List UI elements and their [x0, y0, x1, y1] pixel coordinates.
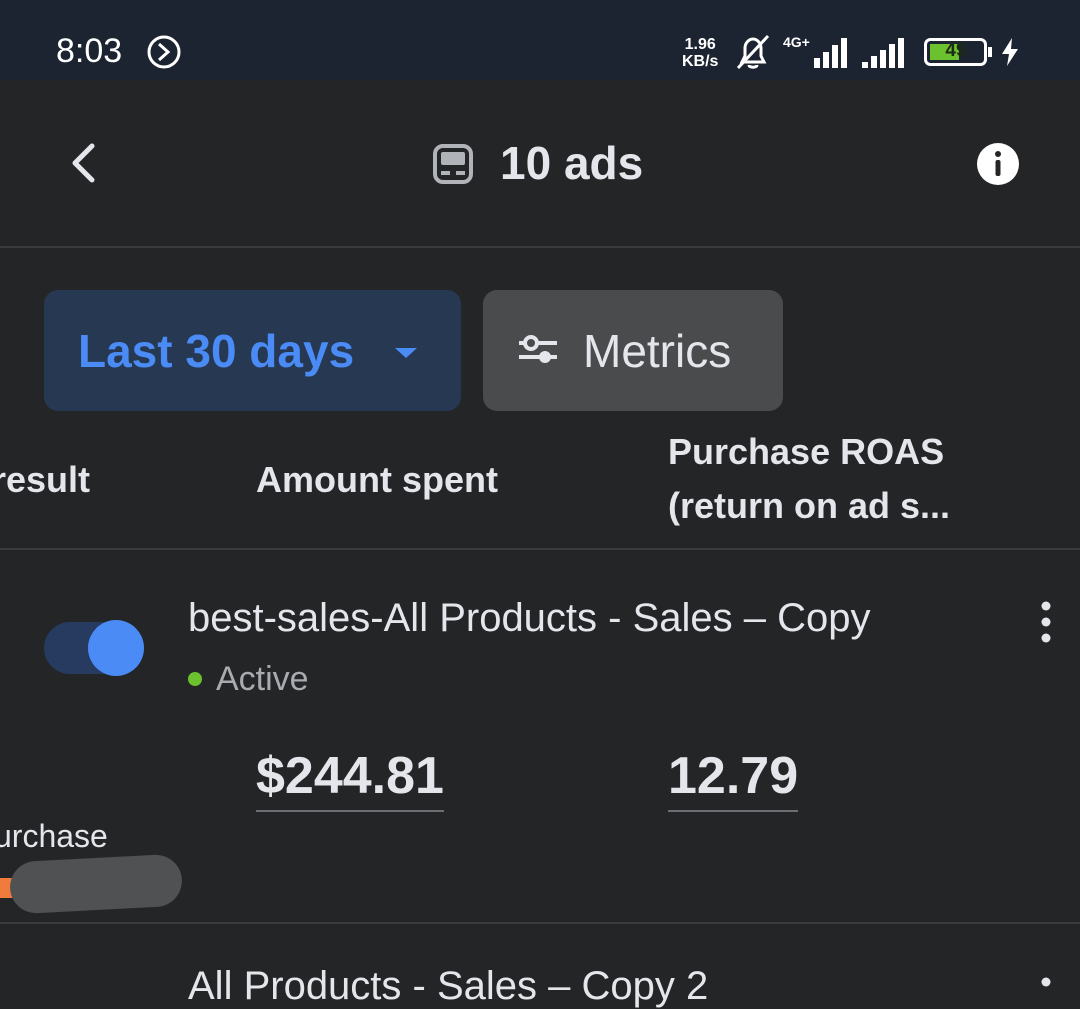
date-range-label: Last 30 days — [78, 325, 355, 377]
header-divider — [0, 548, 1080, 550]
charging-icon — [1002, 38, 1018, 66]
more-options-icon[interactable] — [1036, 600, 1056, 644]
sliders-icon — [519, 335, 557, 363]
column-header-amount-spent[interactable]: Amount spent — [256, 453, 498, 507]
signal-icon-2 — [862, 38, 904, 68]
network-speed: 1.96 KB/s — [682, 36, 719, 70]
more-options-icon-2[interactable] — [1036, 972, 1056, 992]
ad-icon — [433, 144, 473, 184]
ad-status: Active — [216, 660, 309, 698]
amount-spent-value[interactable]: $244.81 — [256, 746, 444, 812]
column-header-result[interactable]: result — [0, 453, 90, 507]
app-header: 10 ads — [0, 80, 1080, 248]
result-label: urchase — [0, 818, 108, 854]
metrics-label: Metrics — [583, 325, 732, 377]
page-title: 10 ads — [500, 137, 644, 189]
toggle-knob — [88, 620, 144, 676]
signal-icon — [814, 38, 847, 68]
bell-off-icon — [736, 34, 770, 70]
column-header-roas[interactable]: Purchase ROAS (return on ad s... — [668, 425, 988, 533]
clock-icon — [147, 35, 181, 69]
ad-toggle[interactable] — [44, 620, 144, 676]
battery-level: 49 — [945, 40, 967, 61]
status-bar: 8:03 1.96 KB/s 4G+ 49 — [0, 0, 1080, 80]
date-range-button[interactable]: Last 30 days — [44, 290, 461, 411]
metrics-button[interactable]: Metrics — [483, 290, 783, 411]
ad-name[interactable]: best-sales-All Products - Sales – Copy — [188, 596, 871, 641]
row-divider — [0, 922, 1080, 924]
caret-down-icon — [395, 348, 417, 358]
status-dot-icon — [188, 672, 202, 686]
next-ad-name[interactable]: All Products - Sales – Copy 2 — [188, 964, 708, 1009]
back-button[interactable] — [60, 136, 108, 190]
status-time: 8:03 — [56, 32, 123, 70]
info-icon[interactable] — [976, 142, 1020, 186]
roas-value[interactable]: 12.79 — [668, 746, 799, 812]
redaction-mark — [8, 853, 184, 915]
